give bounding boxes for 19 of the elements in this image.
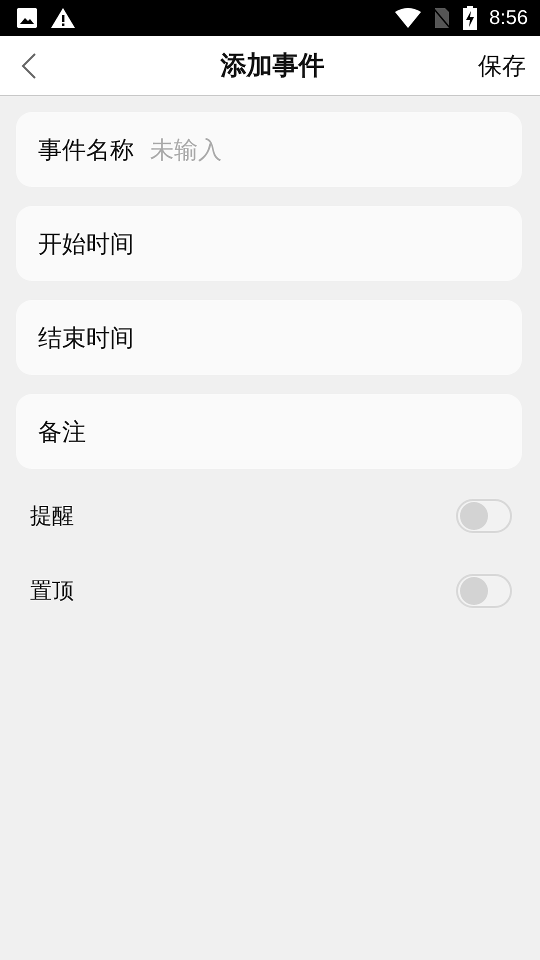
page-title: 添加事件 — [219, 50, 326, 83]
clock: 8:56 — [489, 6, 528, 30]
form-row[interactable]: 开始时间 — [16, 206, 522, 281]
toggle-switch[interactable] — [456, 574, 512, 608]
field-label: 事件名称 — [38, 134, 134, 166]
image-icon — [16, 7, 38, 29]
no-sim-icon — [433, 7, 452, 29]
text-field[interactable]: 事件名称 未输入 — [16, 112, 522, 187]
switch-label: 置顶 — [30, 578, 74, 606]
input-field[interactable]: 未输入 — [150, 136, 500, 164]
save-button[interactable]: 保存 — [478, 50, 526, 82]
form-row[interactable]: 备注 — [16, 394, 522, 469]
switch-label: 提醒 — [30, 503, 74, 531]
wifi-icon — [395, 8, 422, 28]
form-row[interactable]: 结束时间 — [16, 300, 522, 375]
battery-charging-icon — [463, 6, 478, 30]
toggle-switch[interactable] — [456, 499, 512, 533]
warning-icon — [50, 7, 76, 29]
back-icon[interactable] — [21, 52, 37, 80]
